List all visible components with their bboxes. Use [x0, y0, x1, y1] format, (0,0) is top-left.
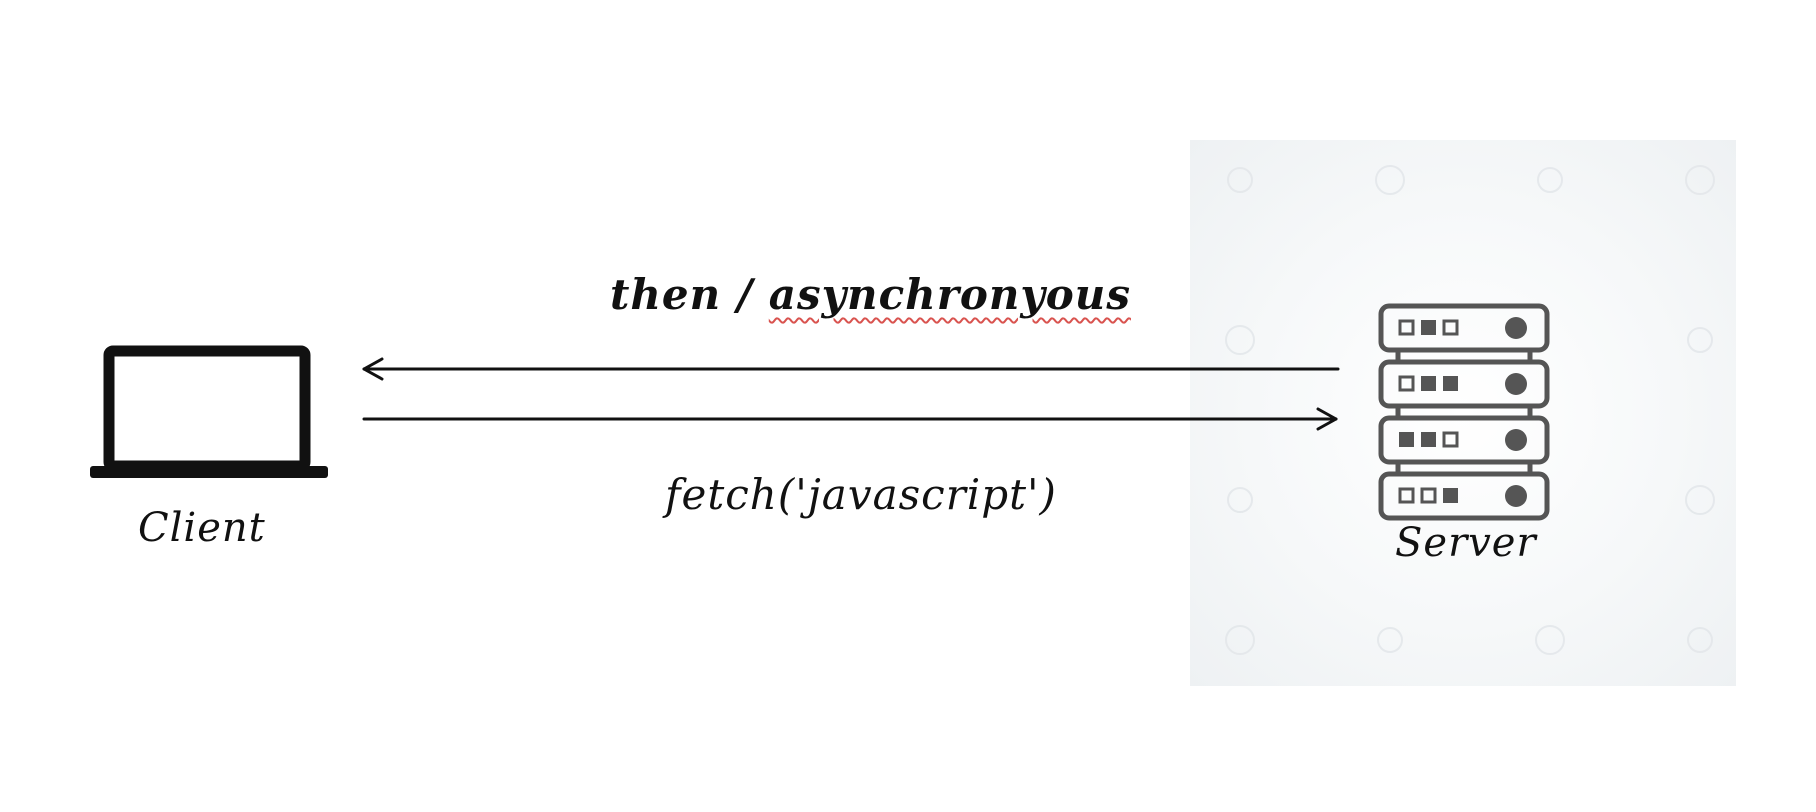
request-edge-label: fetch('javascript'): [665, 470, 1057, 519]
client-server-diagram: Client Server then / asynchronyous fetch…: [0, 0, 1816, 812]
arrows: [362, 357, 1340, 431]
response-label-misspelled-word: asynchronyous: [768, 270, 1131, 319]
response-arrow: [362, 357, 1340, 381]
response-edge-label: then / asynchronyous: [610, 270, 1131, 319]
request-arrow: [362, 407, 1338, 431]
response-label-prefix: then /: [610, 270, 769, 319]
server-label: Server: [1395, 520, 1537, 566]
client-label: Client: [138, 505, 266, 551]
